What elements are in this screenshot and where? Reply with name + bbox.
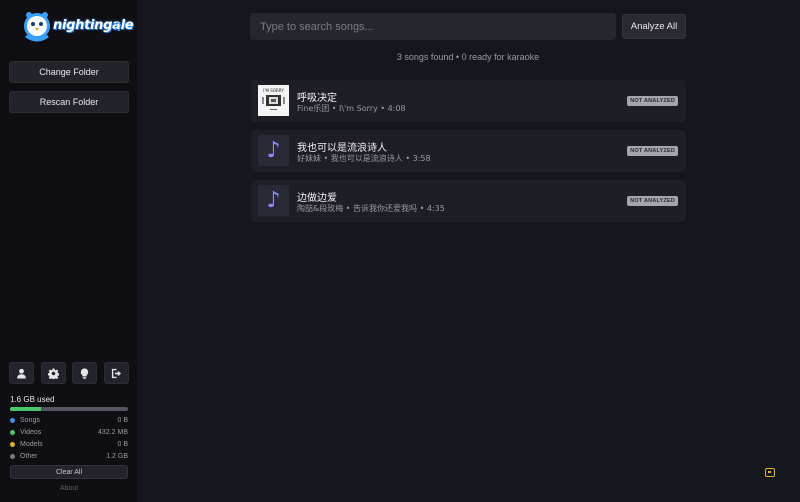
legend-dot (10, 441, 15, 447)
song-meta: 陶喆&段玫梅 • 告诉我你还爱我吗 • 4:35 (297, 204, 445, 213)
music-note-icon: ♫ (112, 20, 122, 33)
profile-button[interactable] (9, 362, 34, 384)
about-link[interactable]: About (10, 485, 128, 492)
change-folder-button[interactable]: Change Folder (9, 61, 129, 83)
rescan-folder-button[interactable]: Rescan Folder (9, 91, 129, 113)
legend-value: 1.2 GB (106, 452, 128, 460)
status-badge: NOT ANALYZED (627, 196, 678, 206)
music-note-icon: ♪ (266, 187, 281, 213)
status-badge: NOT ANALYZED (627, 96, 678, 106)
gear-icon (47, 367, 59, 379)
karaoke-mode-icon[interactable] (765, 468, 775, 477)
status-badge: NOT ANALYZED (627, 146, 678, 156)
app-logo[interactable]: nightingale ♫ (20, 10, 134, 46)
storage-legend-videos: Videos 432.2 MB (10, 427, 128, 437)
storage-legend-songs: Songs 0 B (10, 415, 128, 425)
song-meta: 好妹妹 • 我也可以是流浪诗人 • 3:58 (297, 154, 431, 163)
legend-value: 432.2 MB (98, 428, 128, 436)
storage-used-label: 1.6 GB used (10, 395, 55, 404)
album-art-placeholder: ♪ (258, 135, 289, 166)
tips-button[interactable] (72, 362, 98, 384)
storage-bar (10, 407, 128, 411)
nightingale-bird-icon (24, 12, 50, 42)
music-note-icon: ♪ (266, 137, 281, 163)
song-row[interactable]: ♪ 我也可以是流浪诗人 好妹妹 • 我也可以是流浪诗人 • 3:58 NOT A… (251, 130, 686, 172)
song-title: 边做边爱 (297, 193, 337, 204)
album-art-image: I'M SORRY (258, 85, 289, 116)
analyze-all-button[interactable]: Analyze All (622, 14, 686, 39)
song-title: 呼吸决定 (297, 93, 337, 104)
storage-bar-fill (10, 407, 41, 411)
logout-button[interactable] (103, 362, 129, 384)
search-input[interactable] (250, 13, 616, 40)
legend-value: 0 B (117, 416, 128, 424)
song-title: 我也可以是流浪诗人 (297, 143, 387, 154)
song-row[interactable]: I'M SORRY 呼吸决定 Fine乐团 • I\'m Sorry • 4:0… (251, 80, 686, 122)
album-art-placeholder: ♪ (258, 185, 289, 216)
legend-label: Videos (20, 428, 42, 436)
album-art-text: I'M SORRY (263, 88, 284, 93)
legend-dot (10, 453, 15, 459)
legend-value: 0 B (117, 440, 128, 448)
song-row[interactable]: ♪ 边做边爱 陶喆&段玫梅 • 告诉我你还爱我吗 • 4:35 NOT ANAL… (251, 180, 686, 222)
legend-label: Models (20, 440, 43, 448)
lightbulb-icon (81, 367, 89, 379)
settings-button[interactable] (40, 362, 66, 384)
clear-all-button[interactable]: Clear All (10, 465, 128, 479)
sidebar-icon-row (9, 362, 129, 384)
legend-label: Songs (20, 416, 40, 424)
album-art: I'M SORRY (258, 85, 289, 116)
legend-label: Other (20, 452, 38, 460)
song-meta: Fine乐团 • I\'m Sorry • 4:08 (297, 104, 406, 113)
storage-legend-other: Other 1.2 GB (10, 451, 128, 461)
sidebar: nightingale ♫ Change Folder Rescan Folde… (0, 0, 137, 502)
legend-dot (10, 429, 15, 435)
legend-dot (10, 417, 15, 423)
user-icon (17, 368, 26, 379)
storage-legend-models: Models 0 B (10, 439, 128, 449)
logout-icon (111, 368, 122, 378)
library-status: 3 songs found • 0 ready for karaoke (396, 52, 540, 62)
